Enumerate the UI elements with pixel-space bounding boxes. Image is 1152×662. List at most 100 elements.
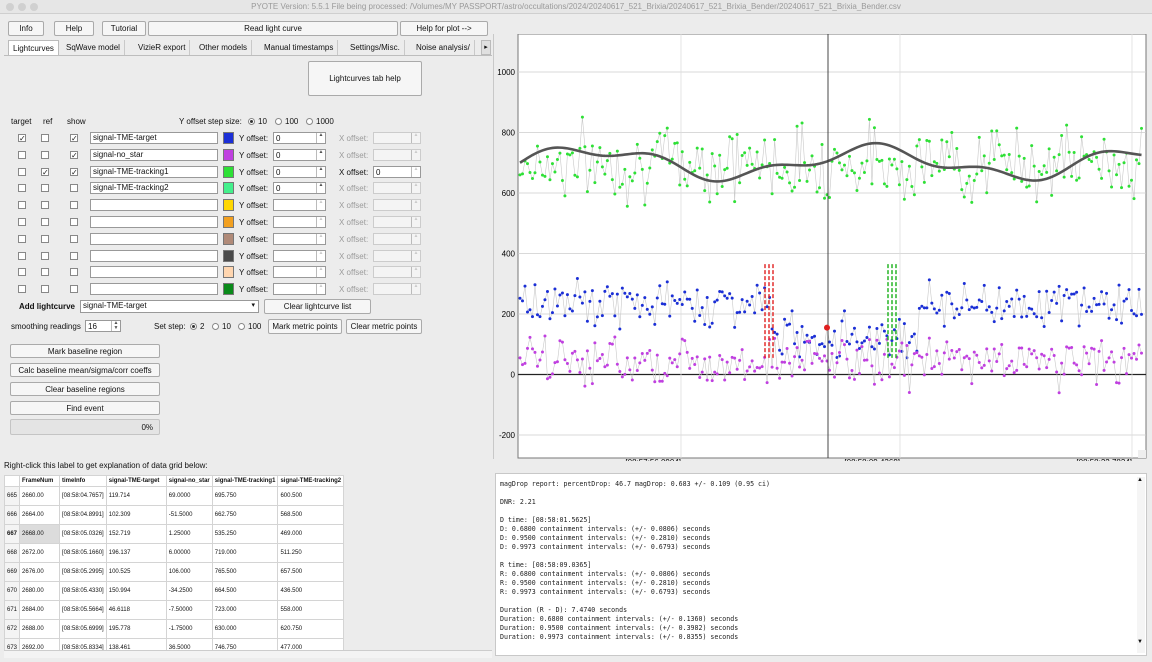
lightcurve-name-field[interactable]: signal-TME-target [90, 132, 218, 144]
table-cell[interactable]: 765.500 [211, 562, 279, 582]
table-cell[interactable]: 150.994 [105, 581, 167, 601]
info-button[interactable]: Info [8, 21, 44, 36]
grid-hint-label[interactable]: Right-click this label to get explanatio… [4, 461, 208, 470]
lightcurve-name-field[interactable] [90, 216, 218, 228]
table-cell[interactable]: [08:58:05.2995] [59, 562, 107, 582]
table-cell[interactable]: 2668.00 [19, 524, 61, 544]
ref-checkbox[interactable] [41, 150, 49, 159]
spin-arrows-icon[interactable]: ▲ [411, 250, 420, 261]
set-step-2-radio[interactable] [190, 323, 197, 330]
column-header[interactable]: signal-TME-tracking1 [211, 475, 279, 487]
show-checkbox[interactable] [70, 234, 78, 243]
y-offset-spinbox[interactable]: ▲ [273, 216, 326, 228]
table-cell[interactable]: 196.137 [105, 543, 167, 563]
column-header[interactable]: signal-TME-tracking2 [277, 475, 345, 487]
zoom-icon[interactable] [30, 3, 38, 11]
x-offset-spinbox[interactable]: ▲ [373, 182, 421, 195]
y-offset-spinbox[interactable]: ▲ [273, 199, 326, 212]
show-checkbox[interactable]: ✓ [70, 150, 78, 159]
x-offset-spinbox[interactable]: ▲ [373, 199, 421, 212]
tab-scroll-right-icon[interactable]: ▸ [481, 40, 491, 55]
lightcurve-plot[interactable]: 1000 800 600 400 200 0 -200 [08:57:56.0904] [08:… [495, 34, 1152, 461]
row-number-cell[interactable]: 667 [3, 524, 21, 544]
x-offset-spinbox[interactable]: ▲ [373, 283, 421, 296]
row-number-cell[interactable]: 668 [3, 543, 21, 563]
target-checkbox[interactable] [18, 167, 26, 176]
clear-baseline-regions-button[interactable]: Clear baseline regions [10, 382, 160, 396]
color-swatch[interactable] [223, 249, 234, 262]
row-number-cell[interactable]: 670 [3, 581, 21, 601]
minimize-icon[interactable] [18, 3, 26, 11]
lightcurve-name-field[interactable] [90, 266, 218, 279]
lightcurve-name-field[interactable]: signal-TME-tracking2 [90, 182, 218, 195]
lightcurve-name-field[interactable] [90, 283, 218, 296]
tab-noise-analysis[interactable]: Noise analysis/ [412, 40, 475, 55]
tutorial-button[interactable]: Tutorial [102, 21, 146, 36]
target-checkbox[interactable] [18, 150, 26, 159]
x-offset-spinbox[interactable]: ▲ [373, 266, 421, 279]
table-cell[interactable]: 152.719 [105, 524, 167, 544]
table-cell[interactable]: 558.000 [277, 600, 345, 620]
color-swatch[interactable] [223, 165, 234, 178]
spin-arrows-icon[interactable]: ▲ [316, 233, 325, 244]
target-checkbox[interactable] [18, 184, 26, 193]
table-cell[interactable]: 2688.00 [19, 619, 61, 639]
color-swatch[interactable] [223, 283, 234, 296]
tab-other-models[interactable]: Other models [195, 40, 253, 55]
table-cell[interactable]: [08:58:05.6999] [59, 619, 107, 639]
target-checkbox[interactable] [18, 234, 26, 243]
row-number-cell[interactable]: 665 [3, 486, 21, 506]
help-for-plot-button[interactable]: Help for plot --> [400, 21, 488, 36]
show-checkbox[interactable] [70, 251, 78, 260]
table-row[interactable]: 667 2668.00 [08:58:05.0326] 152.719 1.25000 5… [3, 524, 345, 544]
tab-sqwave-model[interactable]: SqWave model [62, 40, 125, 55]
table-cell[interactable]: 106.000 [165, 562, 213, 582]
ref-checkbox[interactable] [41, 218, 49, 226]
table-cell[interactable]: 195.778 [105, 619, 167, 639]
lightcurve-name-field[interactable] [90, 249, 218, 262]
lightcurve-name-field[interactable]: signal-TME-tracking1 [90, 165, 218, 178]
table-cell[interactable]: 662.750 [211, 505, 279, 525]
ref-checkbox[interactable] [41, 268, 49, 277]
row-number-cell[interactable]: 669 [3, 562, 21, 582]
table-cell[interactable]: 657.500 [277, 562, 345, 582]
table-cell[interactable]: 2684.00 [19, 600, 61, 620]
x-offset-spinbox[interactable]: ▲ [373, 249, 421, 262]
spin-arrows-icon[interactable]: ▲ [411, 217, 420, 227]
table-cell[interactable]: [08:58:05.1660] [59, 543, 107, 563]
set-step-10-radio[interactable] [212, 323, 219, 330]
table-cell[interactable]: 2680.00 [19, 581, 61, 601]
table-cell[interactable]: 1.25000 [165, 524, 213, 544]
y-offset-spinbox[interactable]: ▲ [273, 283, 326, 296]
spin-arrows-icon[interactable]: ▲ [411, 284, 420, 295]
show-checkbox[interactable]: ✓ [70, 167, 78, 176]
magdrop-report-text[interactable]: magDrop report: percentDrop: 46.7 magDro… [497, 477, 1137, 651]
spin-arrows-icon[interactable]: ▲ [411, 183, 420, 194]
x-offset-spinbox[interactable]: ▲ [373, 216, 421, 228]
table-cell[interactable]: 723.000 [211, 600, 279, 620]
table-cell[interactable]: 69.0000 [165, 486, 213, 506]
color-swatch[interactable] [223, 148, 234, 161]
table-cell[interactable]: -7.50000 [165, 600, 213, 620]
column-header[interactable]: FrameNum [19, 475, 61, 487]
table-cell[interactable]: [08:58:04.7657] [59, 486, 107, 506]
spin-arrows-icon[interactable]: ▲ [316, 149, 325, 160]
show-checkbox[interactable] [70, 201, 78, 210]
spin-arrows-icon[interactable]: ▲ [411, 200, 420, 211]
show-checkbox[interactable] [70, 184, 78, 193]
table-cell[interactable]: 2664.00 [19, 505, 61, 525]
table-row[interactable]: 665 2660.00 [08:58:04.7657] 119.714 69.0000 6… [3, 486, 345, 506]
y-offset-spinbox[interactable]: ▲ [273, 266, 326, 279]
ref-checkbox[interactable] [41, 234, 49, 243]
color-swatch[interactable] [223, 266, 234, 279]
table-cell[interactable]: 620.750 [277, 619, 345, 639]
table-row[interactable]: 670 2680.00 [08:58:05.4330] 150.994 -34.2500… [3, 581, 345, 601]
spin-arrows-icon[interactable]: ▲ [316, 133, 325, 143]
table-row[interactable]: 669 2676.00 [08:58:05.2995] 100.525 106.000 7… [3, 562, 345, 582]
target-checkbox[interactable] [18, 201, 26, 210]
calc-baseline-button[interactable]: Calc baseline mean/sigma/corr coeffs [10, 363, 160, 377]
x-offset-spinbox[interactable]: ▲ [373, 148, 421, 161]
table-row[interactable]: 666 2664.00 [08:58:04.8991] 102.309 -51.5000… [3, 505, 345, 525]
scroll-down-icon[interactable]: ▼ [1137, 639, 1143, 645]
table-row[interactable]: 672 2688.00 [08:58:05.6999] 195.778 -1.75000… [3, 619, 345, 639]
